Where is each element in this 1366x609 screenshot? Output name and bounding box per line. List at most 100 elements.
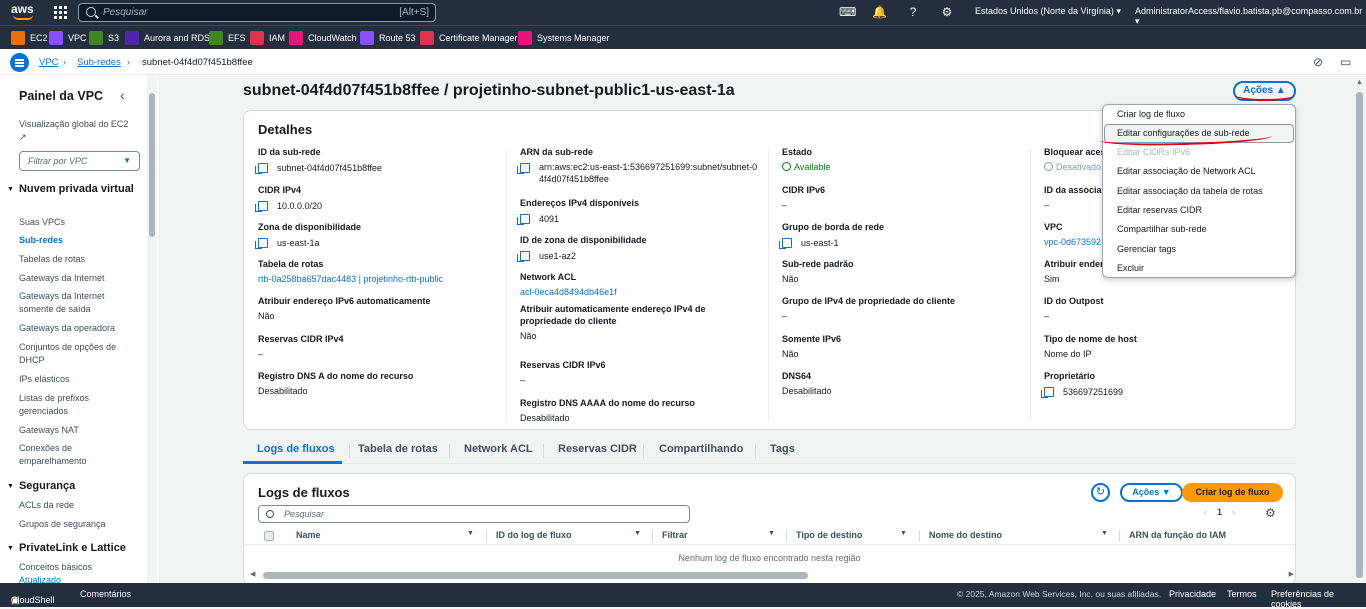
table-settings-icon[interactable]: ⚙ (1265, 506, 1276, 520)
cloudshell-icon[interactable]: ⌨ (839, 5, 856, 19)
feedback-icon[interactable]: ▭ (1340, 55, 1351, 69)
sort-icon[interactable]: ▼ (768, 530, 775, 537)
column-name[interactable]: Name (296, 530, 321, 540)
fav-cloudwatch[interactable]: CloudWatch (289, 31, 357, 45)
fav-route53[interactable]: Route 53 (360, 31, 416, 45)
route-table-link[interactable]: rtb-0a258ba657dac4483 | projetinho-rtb-p… (258, 273, 503, 285)
network-acl-link[interactable]: acl-0eca4d8494db46e1f (520, 286, 765, 298)
sidebar-item-route-tables[interactable]: Tabelas de rotas (19, 253, 139, 266)
sort-icon[interactable]: ▼ (1101, 530, 1108, 537)
fav-rds[interactable]: Aurora and RDS (125, 31, 210, 45)
copy-icon[interactable] (255, 201, 268, 212)
vpc-filter-select[interactable]: Filtrar por VPC ▼ (19, 151, 140, 171)
fav-ec2[interactable]: EC2 (11, 31, 48, 45)
info-icon[interactable]: ⊘ (1313, 55, 1323, 69)
sidebar-scrollbar[interactable] (147, 75, 157, 583)
scroll-left-icon[interactable]: ◀ (250, 570, 255, 578)
menu-item-edit-network-acl[interactable]: Editar associação de Network ACL (1103, 162, 1295, 181)
vertical-scrollbar[interactable]: ▲ (1353, 75, 1366, 583)
account-menu[interactable]: AdministratorAccess/flavio.batista.pb@co… (1135, 6, 1366, 27)
horizontal-scroll-thumb[interactable] (263, 572, 808, 579)
sort-icon[interactable]: ▼ (467, 530, 474, 537)
help-icon[interactable]: ? (906, 5, 920, 19)
fav-ssm[interactable]: Systems Manager (518, 31, 610, 45)
tab-tags[interactable]: Tags (770, 443, 795, 455)
services-grid-icon[interactable] (54, 6, 67, 19)
sort-icon[interactable]: ▼ (634, 530, 641, 537)
feedback-link[interactable]: Comentários (80, 589, 131, 599)
menu-toggle-button[interactable] (10, 53, 29, 72)
menu-item-manage-tags[interactable]: Gerenciar tags (1103, 240, 1295, 259)
privacy-link[interactable]: Privacidade (1169, 589, 1216, 599)
sort-icon[interactable]: ▼ (900, 530, 907, 537)
menu-item-create-flow-log[interactable]: Criar log de fluxo (1103, 105, 1295, 124)
chevron-right-icon[interactable]: › (1232, 507, 1235, 517)
flow-logs-search-input[interactable]: Pesquisar (258, 505, 690, 523)
fav-efs[interactable]: EFS (209, 31, 246, 45)
copy-icon[interactable] (517, 163, 530, 174)
refresh-button[interactable]: ↻ (1091, 483, 1110, 502)
cookie-preferences-link[interactable]: Preferências de cookies (1271, 589, 1366, 609)
tab-sharing[interactable]: Compartilhando (659, 443, 743, 455)
copy-icon[interactable] (779, 238, 792, 249)
section-privatelink[interactable]: PrivateLink e Lattice (7, 542, 137, 556)
scroll-up-icon[interactable]: ▲ (1356, 79, 1363, 86)
sidebar-item-acls[interactable]: ACLs da rede (19, 499, 139, 512)
scroll-right-icon[interactable]: ▶ (1289, 570, 1294, 578)
copy-icon[interactable] (517, 214, 530, 225)
global-search-input[interactable]: Pesquisar [Alt+S] (78, 3, 436, 22)
breadcrumb-subnets[interactable]: Sub-redes (77, 57, 121, 68)
tab-flow-logs[interactable]: Logs de fluxos (257, 443, 335, 455)
sidebar-item-subnets[interactable]: Sub-redes (19, 234, 139, 247)
chevron-left-icon[interactable]: ‹ (1204, 507, 1207, 517)
column-flow-log-id[interactable]: ID do log de fluxo (496, 530, 572, 540)
menu-item-edit-route-table[interactable]: Editar associação da tabela de rotas (1103, 182, 1295, 201)
aws-logo[interactable]: aws (11, 3, 37, 22)
column-destination-type[interactable]: Tipo de destino (796, 530, 862, 540)
sidebar-item-prefix-lists[interactable]: Listas de prefixos gerenciados (19, 392, 124, 418)
sidebar-item-eips[interactable]: IPs elásticos (19, 373, 139, 386)
fav-iam[interactable]: IAM (250, 31, 285, 45)
fav-s3[interactable]: S3 (89, 31, 119, 45)
section-cloud[interactable]: Nuvem privada virtual (7, 183, 137, 197)
horizontal-scrollbar[interactable]: ◀ ▶ (248, 570, 1294, 580)
sidebar-item-global-view[interactable]: Visualização global do EC2 ↗ (19, 118, 129, 144)
select-all-checkbox[interactable] (264, 531, 274, 541)
vertical-scroll-thumb[interactable] (1356, 92, 1363, 578)
menu-item-delete[interactable]: Excluir (1103, 259, 1295, 277)
terms-link[interactable]: Termos (1227, 589, 1257, 599)
tab-cidr-reservations[interactable]: Reservas CIDR (558, 443, 637, 455)
column-iam-role-arn[interactable]: ARN da função do IAM (1129, 530, 1226, 540)
sidebar-item-carrier-gw[interactable]: Gateways da operadora (19, 322, 139, 335)
copy-icon[interactable] (1041, 387, 1054, 398)
create-flow-log-button[interactable]: Criar log de fluxo (1182, 483, 1283, 502)
sidebar-item-igw[interactable]: Gateways da Internet (19, 272, 139, 285)
chevron-left-icon[interactable]: ‹ (120, 87, 125, 103)
page-number[interactable]: 1 (1217, 507, 1222, 517)
copy-icon[interactable] (255, 163, 268, 174)
sidebar-item-concepts[interactable]: Conceitos básicos Atualizado (19, 561, 129, 583)
bell-icon[interactable]: 🔔 (872, 5, 887, 19)
sidebar-scroll-thumb[interactable] (149, 93, 155, 237)
breadcrumb-vpc[interactable]: VPC (39, 57, 59, 68)
flow-logs-actions-button[interactable]: Ações ▼ (1120, 483, 1183, 502)
sidebar-item-egress-igw[interactable]: Gateways da Internet somente de saída (19, 290, 124, 316)
menu-item-share-subnet[interactable]: Compartilhar sub-rede (1103, 220, 1295, 239)
sidebar-item-nat[interactable]: Gateways NAT (19, 424, 139, 437)
column-filter[interactable]: Filtrar (662, 530, 688, 540)
tab-route-tables[interactable]: Tabela de rotas (358, 443, 438, 455)
fav-acm[interactable]: Certificate Manager (420, 31, 518, 45)
column-destination-name[interactable]: Nome do destino (929, 530, 1002, 540)
fav-vpc[interactable]: VPC (49, 31, 87, 45)
vpc-link[interactable]: vpc-0d673592 (1044, 236, 1104, 248)
sidebar-item-security-groups[interactable]: Grupos de segurança (19, 518, 139, 531)
copy-icon[interactable] (255, 238, 268, 249)
section-security[interactable]: Segurança (7, 480, 137, 494)
sidebar-item-vpcs[interactable]: Suas VPCs (19, 216, 139, 229)
region-selector[interactable]: Estados Unidos (Norte da Virgínia) ▾ (975, 6, 1121, 17)
tab-network-acl[interactable]: Network ACL (464, 443, 533, 455)
copy-icon[interactable] (517, 251, 530, 262)
menu-item-edit-cidr-reservations[interactable]: Editar reservas CIDR (1103, 201, 1295, 220)
sidebar-item-dhcp[interactable]: Conjuntos de opções de DHCP (19, 341, 129, 367)
gear-icon[interactable]: ⚙ (940, 5, 954, 19)
